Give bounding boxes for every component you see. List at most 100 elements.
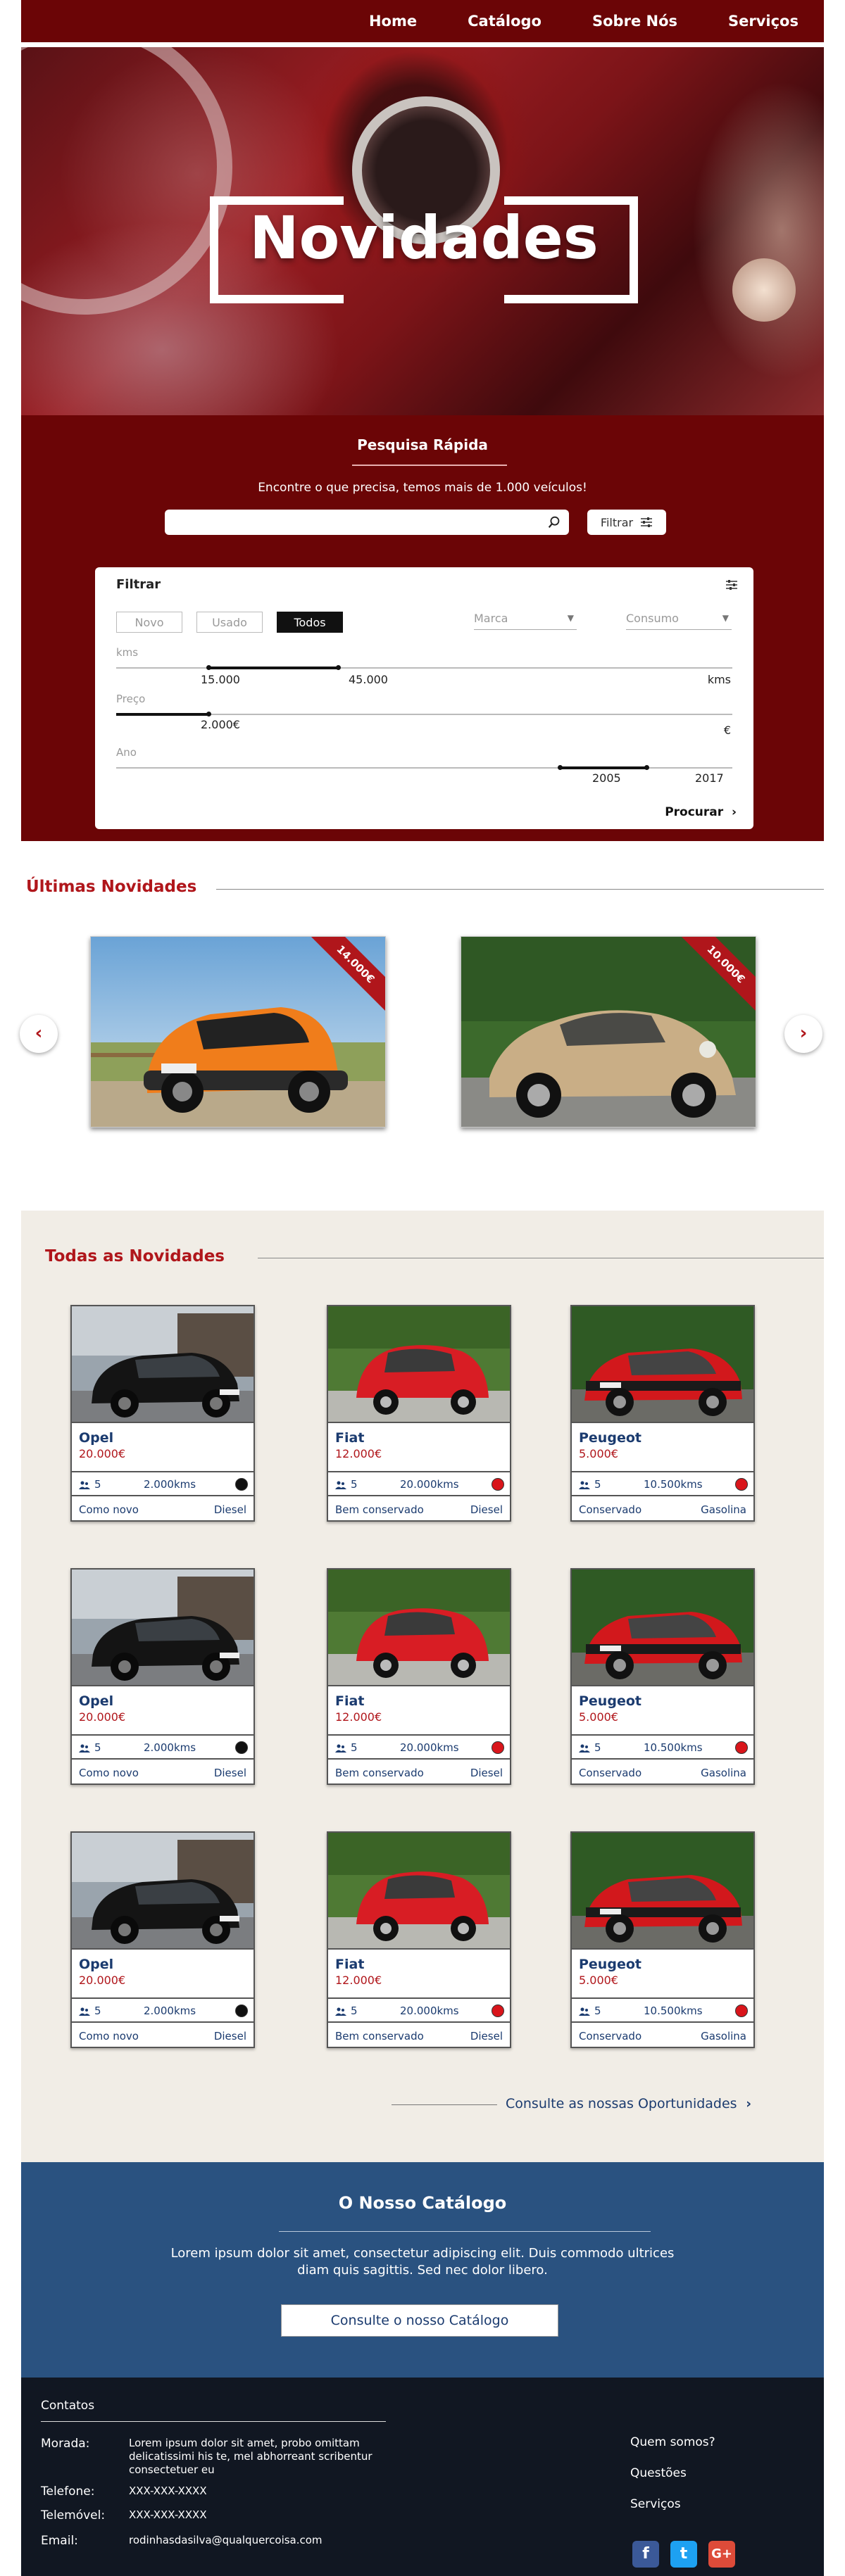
car-color-swatch (235, 1478, 248, 1491)
consumption-select[interactable]: Consumo ▼ (626, 612, 732, 630)
car-km: 2.000kms (144, 2004, 196, 2017)
year-min-value: 2005 (592, 771, 621, 785)
car-km: 20.000kms (400, 1741, 459, 1754)
year-max-value: 2017 (695, 771, 724, 785)
catalog-text: Lorem ipsum dolor sit amet, consectetur … (170, 2246, 675, 2278)
car-fuel: Gasolina (701, 1767, 746, 1779)
filter-button-label: Filtrar (600, 515, 634, 529)
kms-unit: kms (707, 673, 731, 686)
nav-servicos[interactable]: Serviços (728, 13, 799, 30)
car-card[interactable]: Fiat 12.000€ 5 20.000kms Bem conservado … (327, 1831, 511, 2048)
people-icon (79, 1744, 90, 1753)
search-submit-button[interactable]: Procurar › (665, 805, 737, 819)
carousel-prev-button[interactable]: ‹ (20, 1015, 58, 1053)
mobile-value: XXX-XXX-XXXX (129, 2508, 207, 2521)
car-photo (328, 1833, 510, 1950)
facebook-icon[interactable]: f (632, 2541, 659, 2568)
phone-label: Telefone: (41, 2485, 95, 2499)
googleplus-icon[interactable]: G+ (708, 2541, 735, 2568)
car-condition: Como novo (79, 2030, 139, 2043)
car-card[interactable]: Opel 20.000€ 5 2.000kms Como novo Diesel (70, 1568, 255, 1785)
car-card[interactable]: Peugeot 5.000€ 5 10.500kms Conservado Ga… (570, 1305, 755, 1522)
car-photo (72, 1833, 254, 1950)
car-name: Opel (79, 1957, 114, 1972)
year-slider-max-handle[interactable] (644, 765, 649, 770)
latest-title-line (216, 889, 824, 890)
chevron-right-icon: › (741, 2096, 752, 2111)
car-specs: 5 2.000kms (72, 1471, 254, 1496)
brand-select[interactable]: Marca ▼ (474, 612, 577, 630)
people-icon (79, 1481, 90, 1489)
car-seats: 5 (594, 1741, 601, 1754)
address-label: Morada: (41, 2437, 90, 2451)
segment-usado[interactable]: Usado (196, 612, 263, 633)
nav-home[interactable]: Home (369, 13, 417, 30)
car-fuel: Diesel (470, 1503, 503, 1516)
car-card[interactable]: Opel 20.000€ 5 2.000kms Como novo Diesel (70, 1831, 255, 2048)
price-slider[interactable] (116, 712, 732, 716)
catalog-button[interactable]: Consulte o nosso Catálogo (281, 2304, 558, 2337)
hero-steering-wheel (21, 47, 232, 315)
car-price: 12.000€ (335, 1710, 382, 1724)
car-km: 10.500kms (644, 1741, 703, 1754)
nav-catalogo[interactable]: Catálogo (468, 13, 542, 30)
carousel-next-button[interactable]: › (784, 1015, 822, 1053)
segment-novo[interactable]: Novo (116, 612, 182, 633)
car-photo (328, 1306, 510, 1423)
footer-link-quem-somos[interactable]: Quem somos? (630, 2435, 715, 2449)
people-icon (335, 2007, 346, 2016)
car-card[interactable]: Fiat 12.000€ 5 20.000kms Bem conservado … (327, 1305, 511, 1522)
twitter-icon[interactable]: t (670, 2541, 697, 2568)
car-seats: 5 (351, 1478, 358, 1491)
car-km: 2.000kms (144, 1478, 196, 1491)
phone-value: XXX-XXX-XXXX (129, 2485, 207, 2497)
car-card[interactable]: Opel 20.000€ 5 2.000kms Como novo Diesel (70, 1305, 255, 1522)
chevron-left-icon: ‹ (35, 1023, 43, 1044)
search-icon[interactable] (546, 514, 562, 530)
sliders-icon[interactable] (725, 579, 738, 591)
people-icon (79, 2007, 90, 2016)
mobile-label: Telemóvel: (41, 2508, 106, 2523)
opportunities-link[interactable]: Consulte as nossas Oportunidades › (506, 2096, 751, 2111)
car-km: 20.000kms (400, 2004, 459, 2017)
footer-link-servicos[interactable]: Serviços (630, 2497, 681, 2511)
chevron-down-icon: ▼ (722, 613, 729, 623)
car-name: Fiat (335, 1957, 365, 1972)
segment-todos[interactable]: Todos (277, 612, 343, 633)
nav-sobre-nos[interactable]: Sobre Nós (592, 13, 677, 30)
car-specs: 5 10.500kms (572, 1734, 753, 1760)
car-photo (572, 1306, 753, 1423)
kms-slider-max-handle[interactable] (336, 665, 341, 670)
car-fuel: Diesel (470, 1767, 503, 1779)
car-specs: 5 10.500kms (572, 1997, 753, 2023)
hero-title-frame: Novidades (210, 196, 638, 303)
car-seats: 5 (351, 1741, 358, 1754)
car-seats: 5 (594, 2004, 601, 2017)
opportunities-link-label: Consulte as nossas Oportunidades (506, 2096, 737, 2111)
car-card[interactable]: Peugeot 5.000€ 5 10.500kms Conservado Ga… (570, 1568, 755, 1785)
car-km: 20.000kms (400, 1478, 459, 1491)
carousel-item[interactable]: 14.000€ (90, 936, 386, 1128)
year-label: Ano (116, 746, 137, 759)
car-photo (72, 1570, 254, 1686)
quick-search-title: Pesquisa Rápida (357, 436, 488, 453)
car-card[interactable]: Peugeot 5.000€ 5 10.500kms Conservado Ga… (570, 1831, 755, 2048)
quick-search-filter-button[interactable]: Filtrar (587, 510, 666, 535)
car-photo (572, 1833, 753, 1950)
price-slider-handle[interactable] (206, 712, 212, 716)
car-specs: 5 20.000kms (328, 1997, 510, 2023)
people-icon (579, 1481, 590, 1489)
car-condition: Conservado (579, 2030, 642, 2043)
car-card[interactable]: Fiat 12.000€ 5 20.000kms Bem conservado … (327, 1568, 511, 1785)
car-name: Fiat (335, 1693, 365, 1709)
carousel-item[interactable]: 10.000€ (461, 936, 756, 1128)
email-value[interactable]: rodinhasdasilva@qualquercoisa.com (129, 2534, 411, 2547)
kms-slider[interactable] (116, 665, 732, 670)
kms-label: kms (116, 646, 139, 659)
footer-link-questoes[interactable]: Questões (630, 2466, 687, 2480)
year-slider[interactable] (116, 765, 732, 770)
car-specs: 5 20.000kms (328, 1471, 510, 1496)
quick-search-input[interactable] (165, 510, 569, 535)
catalog-title-line (279, 2231, 651, 2232)
year-slider-min-handle[interactable] (558, 765, 563, 770)
